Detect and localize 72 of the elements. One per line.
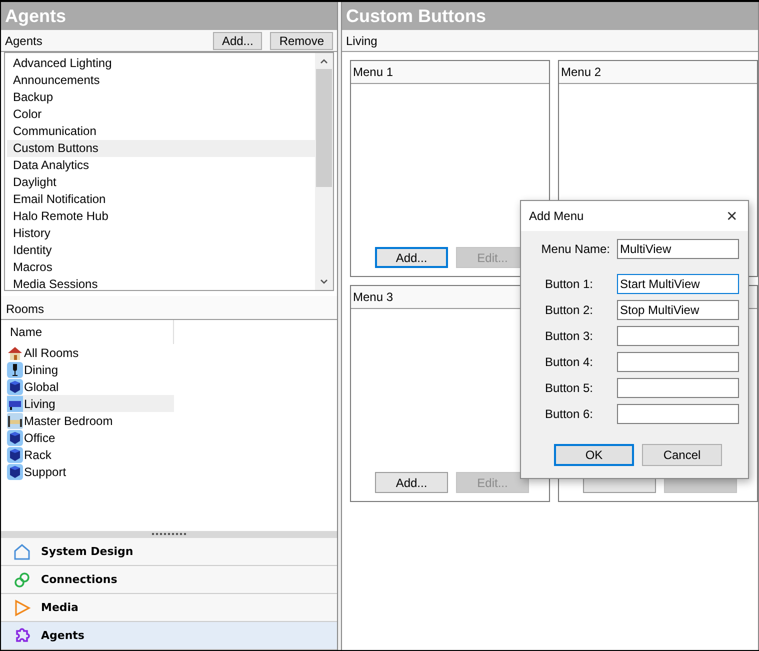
list-item[interactable]: Custom Buttons xyxy=(7,140,315,157)
input-field[interactable]: MultiView xyxy=(617,238,739,258)
list-item[interactable]: Advanced Lighting xyxy=(7,55,315,72)
list-item[interactable]: History xyxy=(7,225,315,242)
room-item[interactable]: Living xyxy=(7,395,174,412)
room-item[interactable]: Dining xyxy=(7,361,174,378)
field-label: Menu Name: xyxy=(540,242,610,256)
close-button[interactable]: ✕ xyxy=(726,208,738,224)
list-item[interactable]: Data Analytics xyxy=(7,157,315,174)
nav-item[interactable]: Connections xyxy=(1,566,337,594)
input-field[interactable] xyxy=(617,404,739,424)
panel-title: Custom Buttons xyxy=(342,2,758,30)
column-header[interactable]: Name xyxy=(7,320,174,344)
list-item[interactable]: Backup xyxy=(7,89,315,106)
cube-icon xyxy=(7,446,23,462)
room-item[interactable]: Office xyxy=(7,429,174,446)
bed-icon xyxy=(7,412,23,428)
house-icon xyxy=(7,344,23,360)
dialog-title: Add Menu xyxy=(529,209,584,223)
grip-icon[interactable] xyxy=(152,533,186,536)
menu-title: Menu 1 xyxy=(353,65,394,79)
room-item[interactable]: All Rooms xyxy=(7,344,174,361)
remove-button[interactable]: Remove xyxy=(270,32,333,50)
cancel-button[interactable]: Cancel xyxy=(642,444,722,466)
list-item[interactable]: Email Notification xyxy=(7,191,315,208)
menu-title: Menu 3 xyxy=(353,290,394,304)
room-item[interactable]: Support xyxy=(7,463,174,480)
nav-item[interactable]: System Design xyxy=(1,538,337,566)
input-field[interactable]: Stop MultiView xyxy=(617,300,739,320)
add-button[interactable]: Add... xyxy=(212,32,262,50)
play-icon xyxy=(13,598,31,616)
room-item[interactable]: Global xyxy=(7,378,174,395)
nav-item[interactable]: Media xyxy=(1,594,337,622)
add-button[interactable]: Add... xyxy=(375,247,448,268)
list-item[interactable]: Communication xyxy=(7,123,315,140)
cube-icon xyxy=(7,378,23,394)
input-field[interactable] xyxy=(617,378,739,398)
list-item[interactable]: Announcements xyxy=(7,72,315,89)
scroll-thumb[interactable] xyxy=(316,69,332,187)
field-label: Button 5: xyxy=(544,380,593,394)
field-label: Button 3: xyxy=(544,328,593,342)
panel-title: Agents xyxy=(1,2,337,30)
room-label: Living xyxy=(346,34,378,48)
input-field[interactable] xyxy=(617,352,739,372)
menu-title: Menu 2 xyxy=(561,65,602,79)
section-label: Agents xyxy=(5,34,44,48)
list-item[interactable]: Media Sessions xyxy=(7,276,315,290)
field-label: Button 2: xyxy=(544,302,593,316)
cube-icon xyxy=(7,430,23,446)
glass-icon xyxy=(7,362,23,378)
input-field[interactable] xyxy=(617,326,739,346)
link-icon xyxy=(13,570,31,588)
room-item[interactable]: Master Bedroom xyxy=(7,412,174,429)
list-item[interactable]: Identity xyxy=(7,242,315,259)
input-field[interactable]: Start MultiView xyxy=(617,274,739,294)
field-label: Button 4: xyxy=(544,354,593,368)
list-item[interactable]: Color xyxy=(7,106,315,123)
list-item[interactable]: Daylight xyxy=(7,174,315,191)
cube-icon xyxy=(7,464,23,480)
field-label: Button 6: xyxy=(544,406,593,420)
list-item[interactable]: Halo Remote Hub xyxy=(7,208,315,225)
puzzle-icon xyxy=(13,626,31,644)
ok-button[interactable]: OK xyxy=(554,444,634,466)
scrollbar[interactable] xyxy=(315,53,333,290)
sofa-icon xyxy=(7,396,23,412)
room-item[interactable]: Rack xyxy=(7,446,174,463)
field-label: Button 1: xyxy=(544,276,593,290)
add-button[interactable]: Add... xyxy=(375,472,448,493)
house-icon xyxy=(13,542,31,560)
section-label: Rooms xyxy=(6,302,44,316)
nav-item[interactable]: Agents xyxy=(1,622,337,650)
list-item[interactable]: Macros xyxy=(7,259,315,276)
